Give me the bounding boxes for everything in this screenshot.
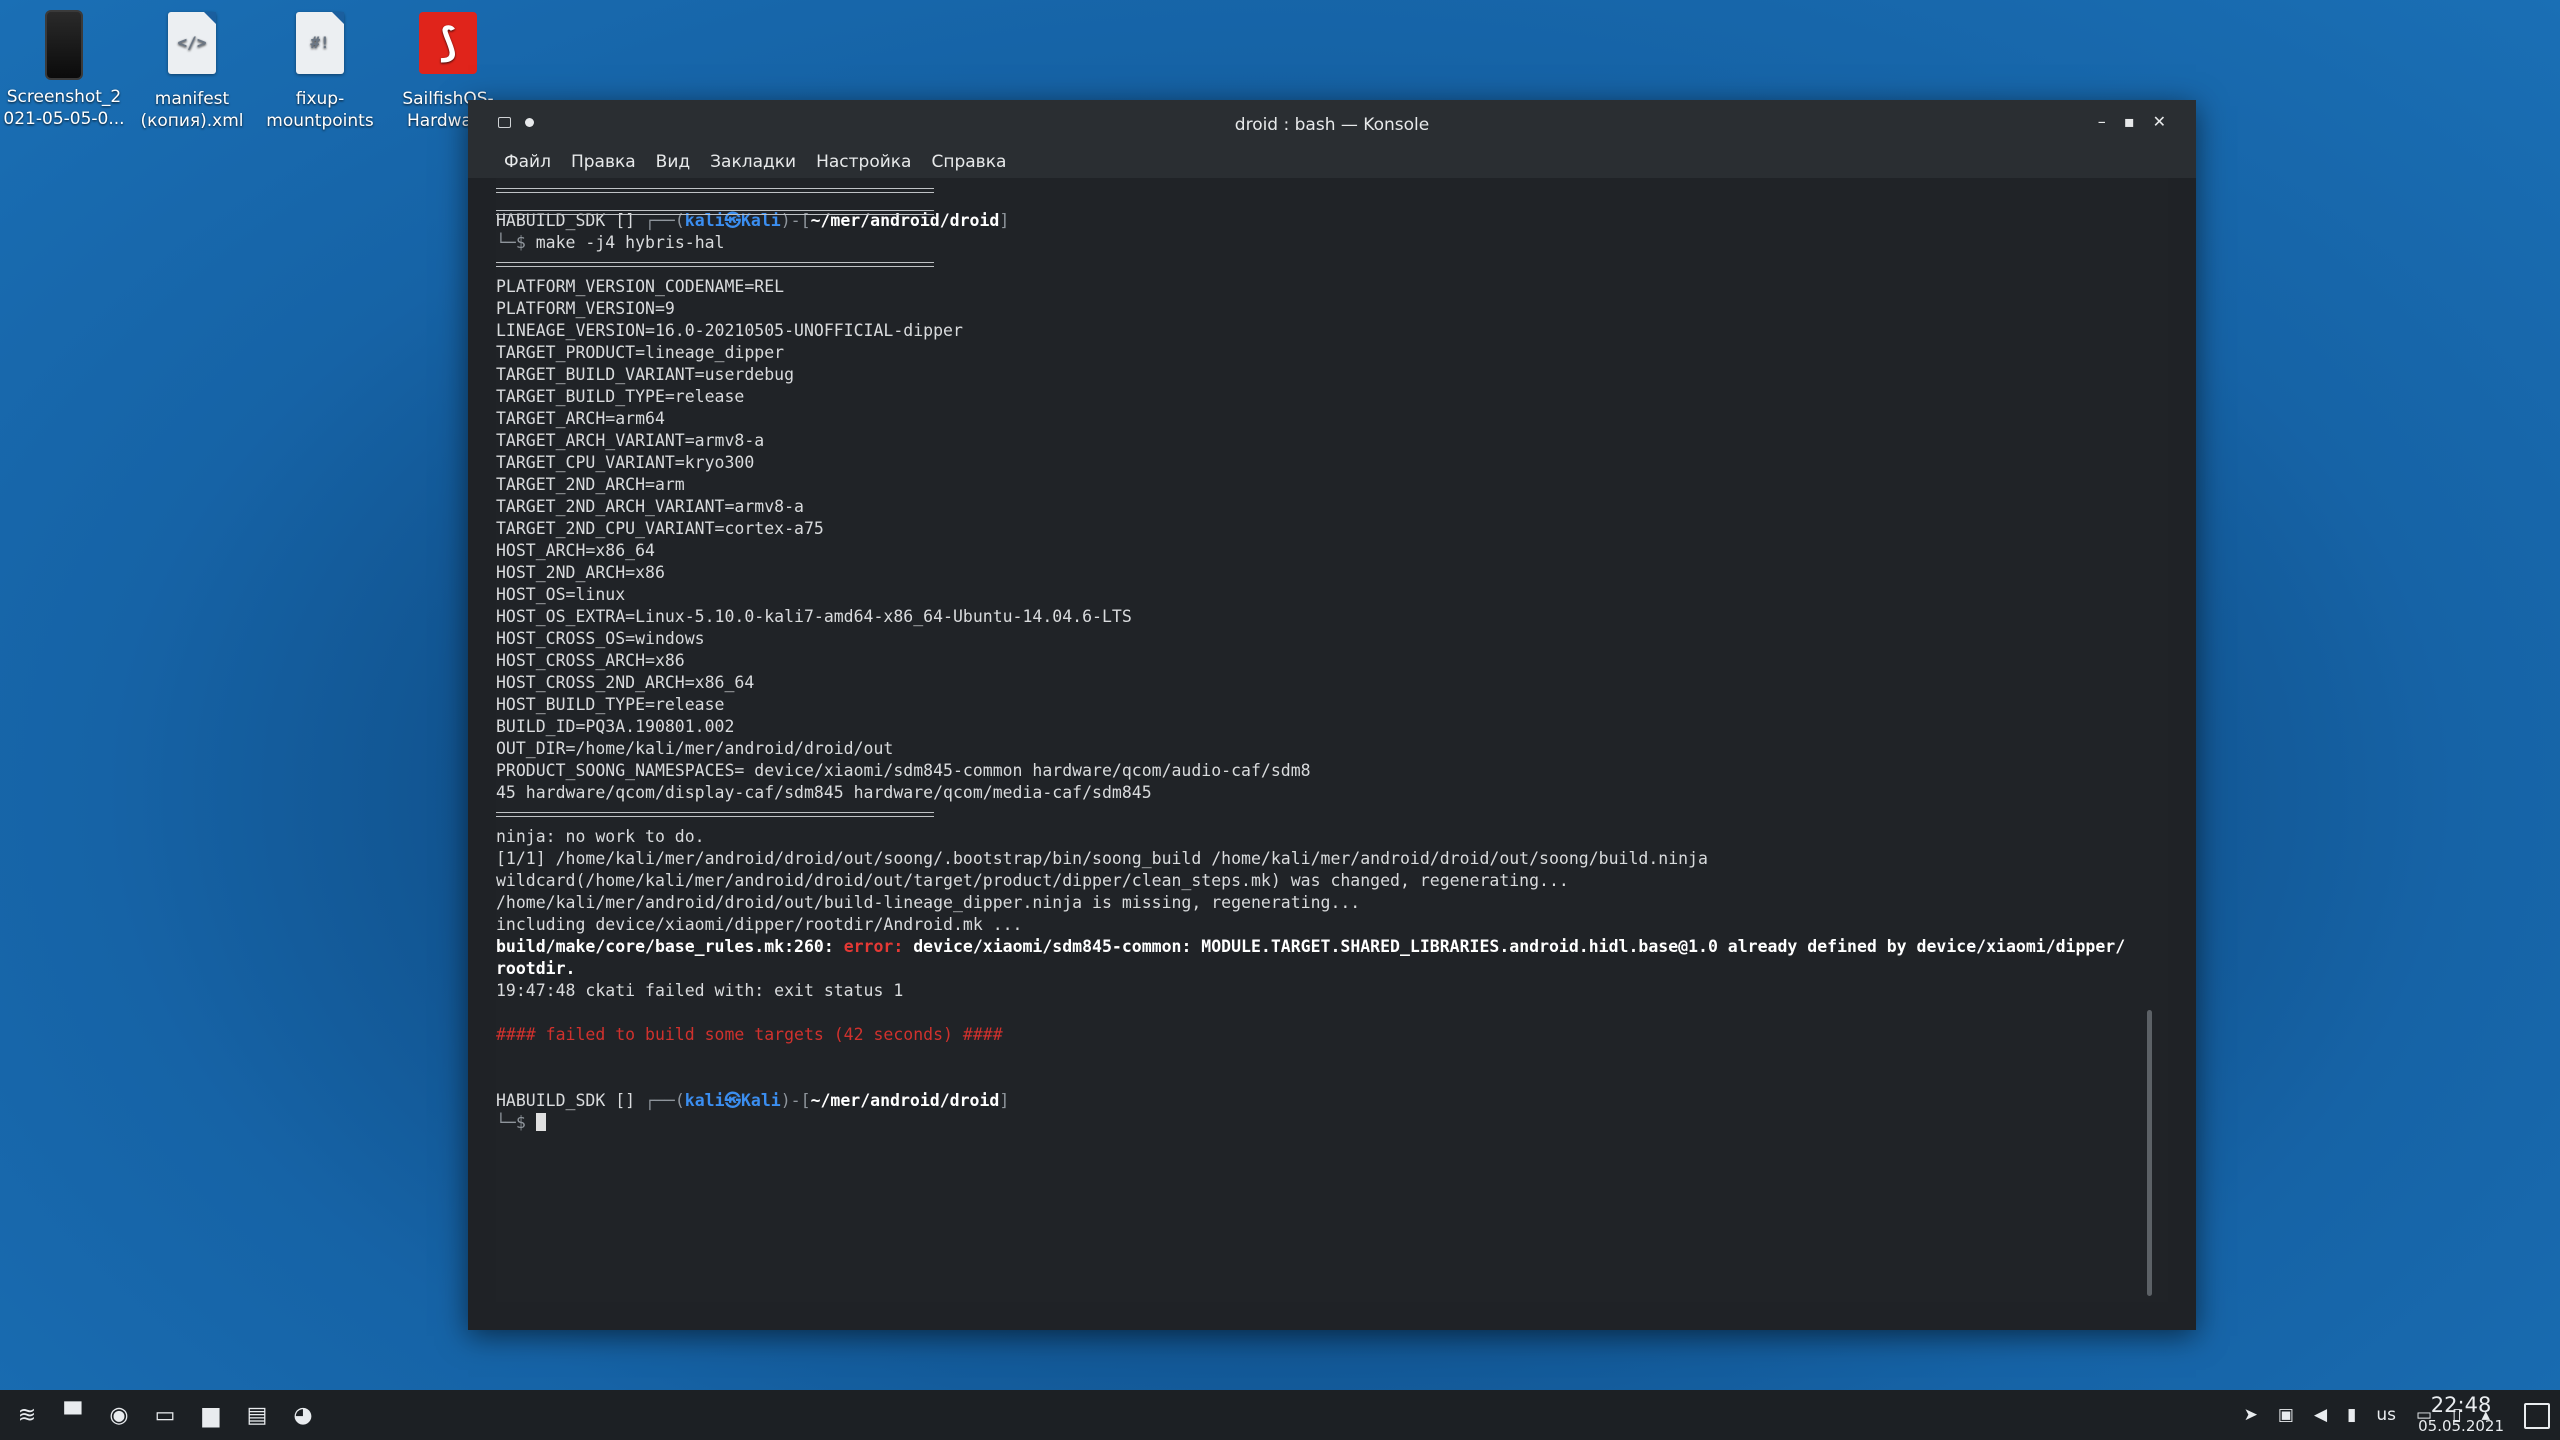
error-line-continued: rootdir. xyxy=(496,959,576,978)
telegram-tray-icon[interactable]: ➤ xyxy=(2244,1405,2258,1425)
terminal-view[interactable]: HABUILD_SDK [] ┌──(kali㉿Kali)-[~/mer/and… xyxy=(496,178,2168,1302)
config-line: HOST_OS_EXTRA=Linux-5.10.0-kali7-amd64-x… xyxy=(496,607,1132,626)
config-line: LINEAGE_VERSION=16.0-20210505-UNOFFICIAL… xyxy=(496,321,963,340)
menu-file[interactable]: Файл xyxy=(504,152,551,172)
config-line: TARGET_PRODUCT=lineage_dipper xyxy=(496,343,785,362)
config-line: HOST_OS=linux xyxy=(496,585,626,604)
build-config-block: PLATFORM_VERSION_CODENAME=REL PLATFORM_V… xyxy=(496,277,1311,802)
config-line: OUT_DIR=/home/kali/mer/android/droid/out xyxy=(496,739,894,758)
build-log-line: ninja: no work to do. xyxy=(496,827,705,846)
konsole-window[interactable]: droid : bash — Konsole – ▪ ✕ Файл Правка… xyxy=(468,100,2196,1330)
config-line: PRODUCT_SOONG_NAMESPACES= device/xiaomi/… xyxy=(496,761,1311,780)
separator xyxy=(496,254,2168,276)
config-line: HOST_CROSS_OS=windows xyxy=(496,629,705,648)
desktop-icon-label: manifest (копия).xml xyxy=(140,89,244,131)
menu-edit[interactable]: Правка xyxy=(571,152,636,172)
error-line: build/make/core/base_rules.mk:260: error… xyxy=(496,937,2126,956)
build-log-line: wildcard(/home/kali/mer/android/droid/ou… xyxy=(496,871,1569,890)
phone-screenshot-icon xyxy=(32,10,96,80)
volume-icon[interactable]: ◀ xyxy=(2314,1405,2327,1425)
config-line: PLATFORM_VERSION_CODENAME=REL xyxy=(496,277,785,296)
config-line: TARGET_ARCH=arm64 xyxy=(496,409,665,428)
build-log-line: /home/kali/mer/android/droid/out/build-l… xyxy=(496,893,1361,912)
show-desktop-app-icon[interactable]: ▀ xyxy=(52,1394,94,1436)
taskbar: ≋ ▀ ◉ ▭ ▆ ▤ ◕ ➤ ▣ ◀ ▮ us ▭ ▯ ▴ 22:48 05.05.202… xyxy=(0,1390,2560,1440)
desktop-icon-manifest[interactable]: </> manifest (копия).xml xyxy=(128,10,256,132)
show-desktop-button[interactable] xyxy=(2524,1403,2550,1429)
close-button[interactable]: ✕ xyxy=(2153,112,2166,131)
maximize-button[interactable]: ▪ xyxy=(2124,112,2135,131)
build-log-line: including device/xiaomi/dipper/rootdir/A… xyxy=(496,915,1023,934)
config-line: HOST_2ND_ARCH=x86 xyxy=(496,563,665,582)
menu-help[interactable]: Справка xyxy=(931,152,1006,172)
config-line: TARGET_ARCH_VARIANT=armv8-a xyxy=(496,431,765,450)
konsole-icon[interactable]: ▭ xyxy=(144,1394,186,1436)
terminal-scrollbar[interactable] xyxy=(2147,178,2152,1302)
build-failed-message: #### failed to build some targets (42 se… xyxy=(496,1025,1003,1044)
file-manager-icon[interactable]: ▆ xyxy=(190,1394,232,1436)
window-title: droid : bash — Konsole xyxy=(1234,115,1430,135)
clock[interactable]: 22:48 05.05.2021 xyxy=(2418,1393,2504,1436)
chromium-icon[interactable]: ◉ xyxy=(98,1394,140,1436)
clipboard-icon[interactable]: ▣ xyxy=(2278,1405,2294,1425)
config-line: TARGET_2ND_ARCH_VARIANT=armv8-a xyxy=(496,497,804,516)
config-line: TARGET_2ND_ARCH=arm xyxy=(496,475,685,494)
config-line: BUILD_ID=PQ3A.190801.002 xyxy=(496,717,735,736)
separator xyxy=(496,804,2168,826)
config-line: HOST_ARCH=x86_64 xyxy=(496,541,655,560)
clock-time: 22:48 xyxy=(2430,1393,2492,1417)
config-line: HOST_BUILD_TYPE=release xyxy=(496,695,725,714)
menu-view[interactable]: Вид xyxy=(656,152,690,172)
scrollbar-thumb[interactable] xyxy=(2147,1009,2152,1296)
desktop-icon-fixup-mountpoints[interactable]: #! fixup- mountpoints xyxy=(256,10,384,132)
config-line: TARGET_BUILD_TYPE=release xyxy=(496,387,745,406)
config-line: PLATFORM_VERSION=9 xyxy=(496,299,675,318)
xml-file-icon: </> xyxy=(160,12,224,82)
config-line: TARGET_2ND_CPU_VARIANT=cortex-a75 xyxy=(496,519,824,538)
script-file-icon: #! xyxy=(288,12,352,82)
minimize-button[interactable]: – xyxy=(2098,112,2106,131)
desktop-icon-label: fixup- mountpoints xyxy=(266,89,374,131)
command-line: └─$ make -j4 hybris-hal xyxy=(496,233,725,252)
battery-icon[interactable]: ▮ xyxy=(2347,1405,2356,1425)
menu-bookmarks[interactable]: Закладки xyxy=(710,152,796,172)
pdf-file-icon: ⟆ xyxy=(416,12,480,82)
telegram-icon[interactable]: ◕ xyxy=(282,1394,324,1436)
keyboard-layout[interactable]: us xyxy=(2376,1405,2396,1425)
config-line: HOST_CROSS_2ND_ARCH=x86_64 xyxy=(496,673,755,692)
desktop-icon-label: Screenshot_2 021-05-05-0... xyxy=(3,87,125,129)
menu-settings[interactable]: Настройка xyxy=(816,152,911,172)
config-line: 45 hardware/qcom/display-caf/sdm845 hard… xyxy=(496,783,1152,802)
taskbar-apps: ≋ ▀ ◉ ▭ ▆ ▤ ◕ xyxy=(0,1394,324,1436)
prompt-line: HABUILD_SDK [] ┌──(kali㉿Kali)-[~/mer/and… xyxy=(496,1091,1010,1110)
desktop-icon-screenshot[interactable]: Screenshot_2 021-05-05-0... xyxy=(0,10,128,130)
kali-menu-icon[interactable]: ≋ xyxy=(6,1394,48,1436)
build-log-block: ninja: no work to do. [1/1] /home/kali/m… xyxy=(496,827,1708,934)
input-line[interactable]: └─$ xyxy=(496,1113,546,1132)
menu-bar: Файл Правка Вид Закладки Настройка Справ… xyxy=(468,146,2196,178)
config-line: HOST_CROSS_ARCH=x86 xyxy=(496,651,685,670)
build-log-line: [1/1] /home/kali/mer/android/droid/out/s… xyxy=(496,849,1708,868)
pdf-viewer-icon[interactable]: ▤ xyxy=(236,1394,278,1436)
config-line: TARGET_BUILD_VARIANT=userdebug xyxy=(496,365,795,384)
terminal-output: HABUILD_SDK [] ┌──(kali㉿Kali)-[~/mer/and… xyxy=(496,178,2168,1134)
config-line: TARGET_CPU_VARIANT=kryo300 xyxy=(496,453,755,472)
clock-date: 05.05.2021 xyxy=(2418,1417,2504,1435)
window-titlebar[interactable]: droid : bash — Konsole – ▪ ✕ xyxy=(468,100,2196,146)
separator xyxy=(496,180,2168,202)
ckati-status: 19:47:48 ckati failed with: exit status … xyxy=(496,981,904,1000)
text-cursor xyxy=(535,1113,546,1131)
